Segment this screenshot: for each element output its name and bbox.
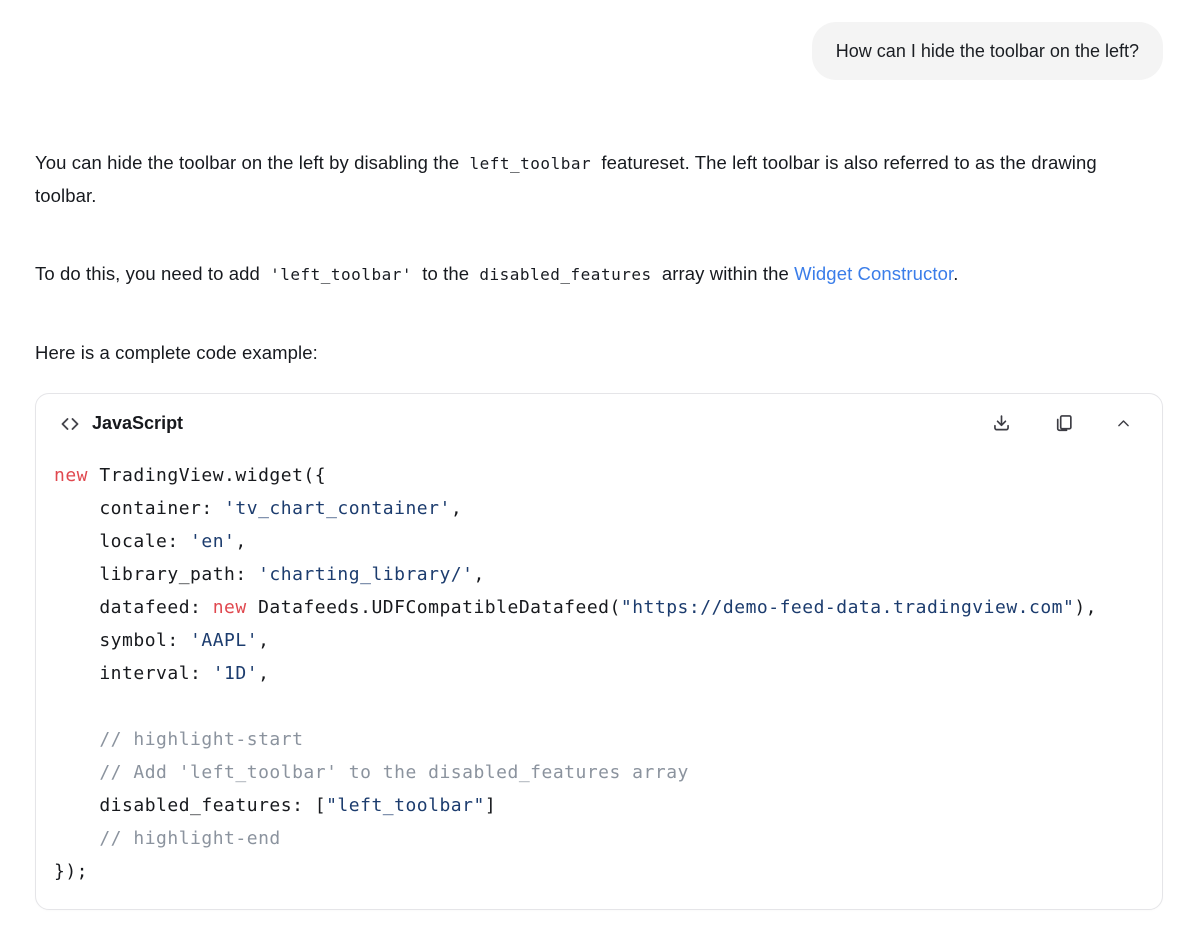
assistant-message: You can hide the toolbar on the left by … (35, 147, 1163, 369)
language-badge: JavaScript (58, 412, 183, 436)
code-token: 'AAPL' (190, 630, 258, 651)
code-actions (989, 411, 1134, 436)
code-token: // Add 'left_toolbar' to the disabled_fe… (54, 762, 689, 783)
code-content: new TradingView.widget({ container: 'tv_… (36, 436, 1162, 909)
language-label: JavaScript (92, 413, 183, 434)
download-button[interactable] (989, 411, 1014, 436)
download-icon (991, 413, 1012, 434)
code-token: 'tv_chart_container' (224, 498, 451, 519)
code-token: , (258, 630, 269, 651)
code-icon (58, 412, 82, 436)
code-token: disabled_features: [ (54, 795, 326, 816)
code-token: Datafeeds.UDFCompatibleDatafeed( (247, 597, 621, 618)
code-token: locale: (54, 531, 190, 552)
code-token: ] (485, 795, 496, 816)
code-token: "https://demo-feed-data.tradingview.com" (621, 597, 1074, 618)
code-token: datafeed: (54, 597, 213, 618)
code-token: , (451, 498, 462, 519)
code-token: , (258, 663, 269, 684)
code-token: TradingView.widget({ (88, 465, 326, 486)
assistant-paragraph: Here is a complete code example: (35, 337, 1163, 369)
code-token: 'en' (190, 531, 235, 552)
user-message-bubble: How can I hide the toolbar on the left? (812, 22, 1163, 80)
code-block-card: JavaScript (35, 393, 1163, 910)
code-token: "left_toolbar" (326, 795, 485, 816)
copy-button[interactable] (1051, 411, 1076, 436)
code-token: , (473, 564, 484, 585)
code-token: new (54, 465, 88, 486)
code-block-header: JavaScript (36, 394, 1162, 436)
assistant-paragraph: To do this, you need to add 'left_toolba… (35, 258, 1163, 291)
chevron-up-icon (1115, 415, 1132, 432)
inline-code: left_toolbar (465, 154, 597, 173)
code-token: '1D' (213, 663, 258, 684)
assistant-paragraph: You can hide the toolbar on the left by … (35, 147, 1163, 212)
user-message-text: How can I hide the toolbar on the left? (836, 41, 1139, 61)
user-message-row: How can I hide the toolbar on the left? (0, 0, 1192, 80)
code-token: interval: (54, 663, 213, 684)
code-token: ), (1074, 597, 1097, 618)
copy-icon (1053, 413, 1074, 434)
code-token: }); (54, 861, 88, 882)
code-token: 'charting_library/' (258, 564, 473, 585)
collapse-button[interactable] (1113, 413, 1134, 434)
code-token: // highlight-end (54, 828, 281, 849)
code-token: library_path: (54, 564, 258, 585)
inline-code: 'left_toolbar' (265, 265, 417, 284)
code-token: container: (54, 498, 224, 519)
code-token: symbol: (54, 630, 190, 651)
code-token: , (235, 531, 246, 552)
code-token: new (213, 597, 247, 618)
inline-code: disabled_features (474, 265, 656, 284)
code-token: // highlight-start (54, 729, 303, 750)
widget-constructor-link[interactable]: Widget Constructor (794, 263, 953, 284)
